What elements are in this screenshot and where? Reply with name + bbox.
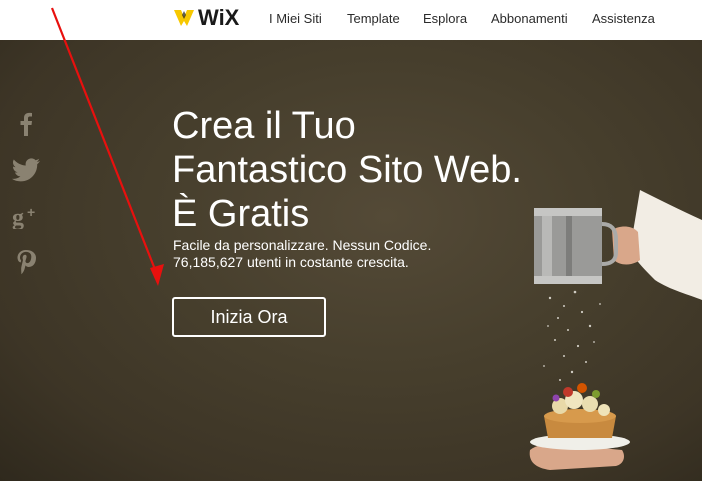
subline-text: Facile da personalizzare. Nessun Codice. (173, 237, 432, 253)
nav-explore[interactable]: Esplora (423, 11, 467, 26)
wix-logo[interactable]: WiX (172, 5, 239, 31)
hero-section: g + Crea il Tuo Fantastico Sito Web. È G… (0, 40, 702, 481)
svg-text:g: g (12, 205, 24, 229)
hero-subline: Facile da personalizzare. Nessun Codice.… (173, 237, 431, 271)
logo-text: WiX (198, 5, 240, 30)
nav-plans[interactable]: Abbonamenti (491, 11, 568, 26)
hero-illustration (529, 190, 702, 470)
nav-support[interactable]: Assistenza (592, 11, 655, 26)
user-count-text: 76,185,627 utenti in costante crescita. (173, 254, 409, 270)
facebook-icon[interactable] (8, 108, 44, 140)
twitter-icon[interactable] (8, 154, 44, 186)
nav-my-sites[interactable]: I Miei Siti (269, 11, 322, 26)
start-now-button[interactable]: Inizia Ora (172, 297, 326, 337)
top-bar: WiX I Miei Siti Template Esplora Abbonam… (0, 0, 702, 40)
svg-text:+: + (27, 204, 35, 220)
nav-templates[interactable]: Template (347, 11, 400, 26)
pinterest-icon[interactable] (8, 246, 44, 278)
google-plus-icon[interactable]: g + (8, 200, 44, 232)
headline-line: Crea il Tuo (172, 105, 356, 147)
wix-logo-mark-icon (174, 10, 194, 26)
